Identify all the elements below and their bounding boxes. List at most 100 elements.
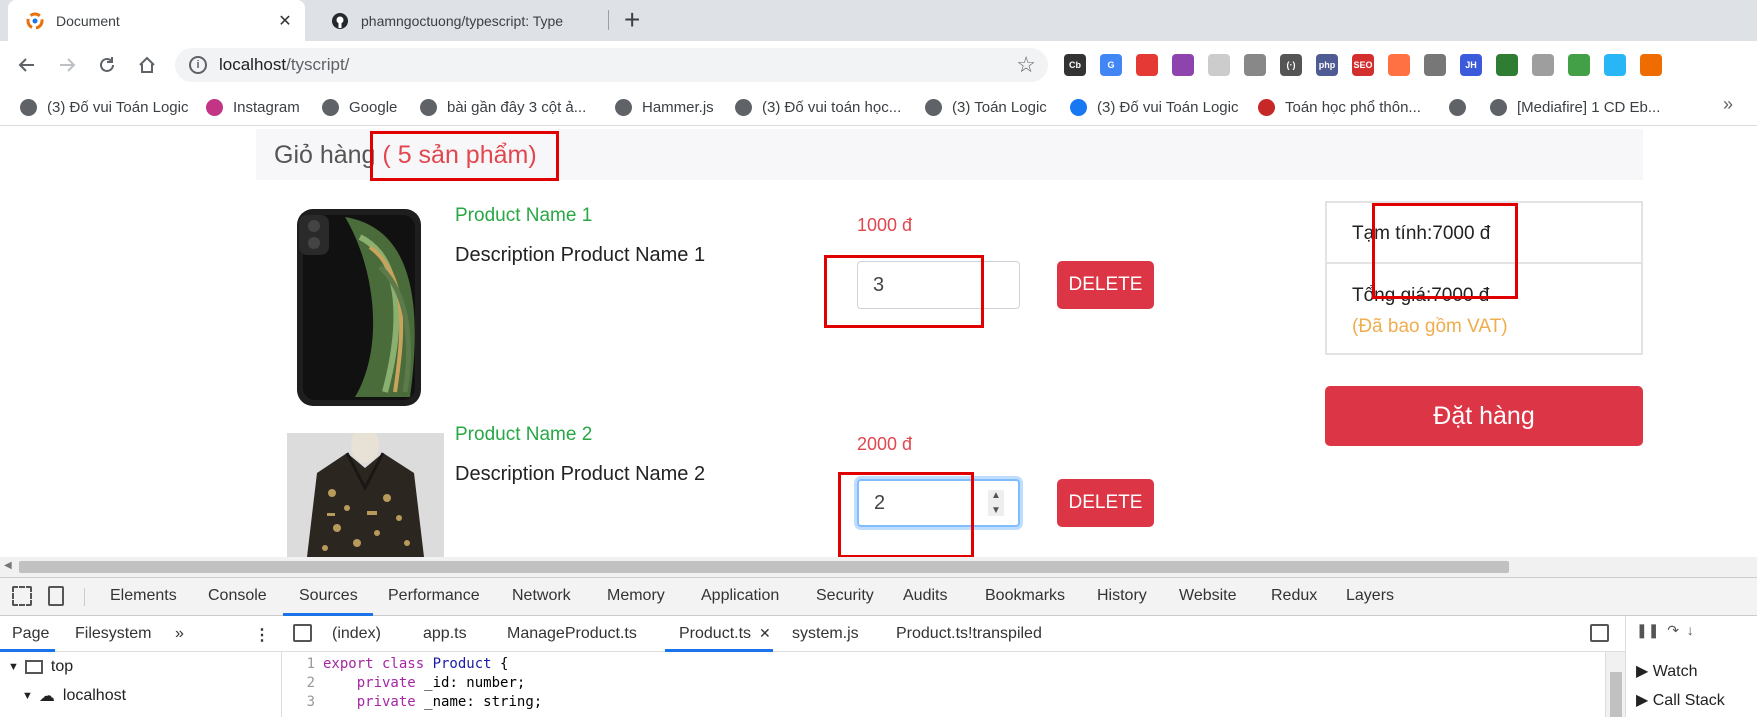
bookmark-item[interactable]: (3) Đố vui Toán Logic: [1070, 96, 1238, 118]
bookmark-item[interactable]: Instagram: [206, 96, 300, 118]
close-tab-icon[interactable]: ✕: [273, 11, 297, 31]
inspect-element-icon[interactable]: [12, 586, 32, 606]
extension-icon[interactable]: php: [1316, 54, 1338, 76]
bookmark-item[interactable]: Google: [322, 96, 397, 118]
devtools-tab-performance[interactable]: Performance: [388, 587, 480, 605]
code-vertical-scrollbar[interactable]: [1605, 652, 1625, 717]
scrollbar-thumb[interactable]: [1610, 672, 1622, 717]
file-tab[interactable]: Product.ts!transpiled: [896, 625, 1042, 643]
bookmark-item[interactable]: Toán học phổ thôn...: [1258, 96, 1421, 118]
toggle-debugger-icon[interactable]: [1590, 624, 1609, 642]
nav-tab-filesystem[interactable]: Filesystem: [75, 625, 151, 643]
stepper-down-icon[interactable]: ▼: [991, 505, 1001, 516]
vat-note: (Đã bao gồm VAT): [1352, 316, 1508, 337]
file-tab[interactable]: (index): [332, 625, 381, 643]
extension-icon[interactable]: Cb: [1064, 54, 1086, 76]
bookmarks-overflow-button[interactable]: »: [1723, 94, 1733, 115]
tab-document[interactable]: Document ✕: [8, 0, 305, 41]
extension-icon[interactable]: SEO: [1352, 54, 1374, 76]
bookmark-label: Google: [349, 98, 398, 116]
product-description: Description Product Name 1: [455, 244, 706, 266]
devtools-tab-website[interactable]: Website: [1179, 587, 1237, 605]
extension-icon[interactable]: [1244, 54, 1266, 76]
scroll-left-icon[interactable]: ◀: [4, 560, 12, 571]
bookmark-item[interactable]: (3) Đố vui Toán Logic: [20, 96, 188, 118]
devtools-tab-memory[interactable]: Memory: [607, 587, 665, 605]
bookmark-label: [Mediafire] 1 CD Eb...: [1517, 98, 1661, 116]
toggle-navigator-icon[interactable]: [293, 624, 312, 642]
back-arrow-icon[interactable]: [13, 51, 41, 79]
delete-button[interactable]: DELETE: [1057, 261, 1154, 309]
extension-icon[interactable]: [1496, 54, 1518, 76]
tree-item-top[interactable]: ▼ top: [8, 658, 73, 676]
extension-icon[interactable]: [1208, 54, 1230, 76]
call-stack-section[interactable]: ▶ Call Stack: [1636, 690, 1725, 710]
devtools-tab-redux[interactable]: Redux: [1271, 587, 1317, 605]
file-tab[interactable]: ManageProduct.ts: [507, 625, 637, 643]
more-options-icon[interactable]: ⋮: [254, 625, 270, 645]
cart-title-text: Giỏ hàng: [274, 141, 376, 169]
extension-icon[interactable]: [1532, 54, 1554, 76]
extension-icon[interactable]: [1604, 54, 1626, 76]
site-info-icon[interactable]: i: [189, 56, 207, 74]
extension-icon[interactable]: [1136, 54, 1158, 76]
extension-icon[interactable]: [1172, 54, 1194, 76]
collapse-arrow-icon[interactable]: ▶: [1636, 663, 1653, 680]
nav-more-button[interactable]: »: [175, 625, 184, 643]
bookmark-star-icon[interactable]: ☆: [1016, 52, 1036, 78]
device-toolbar-icon[interactable]: [48, 586, 64, 606]
close-file-icon[interactable]: ✕: [759, 625, 771, 642]
watch-section[interactable]: ▶ Watch: [1636, 661, 1698, 681]
extension-icon[interactable]: (·): [1280, 54, 1302, 76]
place-order-button[interactable]: Đặt hàng: [1325, 386, 1643, 446]
devtools-tab-elements[interactable]: Elements: [110, 587, 177, 605]
bookmark-item[interactable]: bài gần đây 3 cột ả...: [420, 96, 586, 118]
devtools-tab-audits[interactable]: Audits: [903, 587, 947, 605]
tree-item-localhost[interactable]: ▼ ☁ localhost: [22, 686, 126, 706]
tab-github[interactable]: phamngoctuong/typescript: Type: [313, 0, 610, 41]
stepper-up-icon[interactable]: ▲: [991, 490, 1001, 501]
file-tab[interactable]: app.ts: [423, 625, 467, 643]
expand-arrow-icon[interactable]: ▼: [22, 690, 33, 702]
bookmark-item[interactable]: (3) Đố vui toán học...: [735, 96, 901, 118]
bookmark-item[interactable]: [1449, 96, 1476, 118]
home-icon[interactable]: [133, 51, 161, 79]
devtools-tab-sources[interactable]: Sources: [299, 587, 358, 605]
extension-icon[interactable]: [1640, 54, 1662, 76]
product-name[interactable]: Product Name 2: [455, 424, 592, 446]
devtools-tab-application[interactable]: Application: [701, 587, 779, 605]
extension-icon[interactable]: [1388, 54, 1410, 76]
address-bar[interactable]: i localhost/tyscript/ ☆: [175, 48, 1048, 82]
product-name[interactable]: Product Name 1: [455, 205, 592, 227]
quantity-stepper[interactable]: ▲ ▼: [988, 490, 1004, 516]
devtools-tab-bookmarks[interactable]: Bookmarks: [985, 587, 1065, 605]
extension-icon[interactable]: JH: [1460, 54, 1482, 76]
extension-icon[interactable]: [1424, 54, 1446, 76]
devtools-tab-network[interactable]: Network: [512, 587, 571, 605]
new-tab-button[interactable]: +: [624, 6, 640, 34]
devtools-tab-history[interactable]: History: [1097, 587, 1147, 605]
product-price: 1000 đ: [857, 215, 913, 235]
code-editor[interactable]: 1 export class Product { 2 private _id: n…: [283, 652, 1605, 717]
bookmark-item[interactable]: [Mediafire] 1 CD Eb...: [1490, 96, 1660, 118]
devtools-tab-console[interactable]: Console: [208, 587, 267, 605]
nav-tab-page[interactable]: Page: [12, 625, 49, 643]
bookmark-item[interactable]: Hammer.js: [615, 96, 714, 118]
bookmark-item[interactable]: (3) Toán Logic: [925, 96, 1047, 118]
devtools-tab-security[interactable]: Security: [816, 587, 874, 605]
expand-arrow-icon[interactable]: ▼: [8, 661, 19, 673]
globe-icon: [1449, 98, 1466, 116]
reload-icon[interactable]: [93, 51, 121, 79]
extension-icon[interactable]: G: [1100, 54, 1122, 76]
collapse-arrow-icon[interactable]: ▶: [1636, 692, 1653, 709]
file-tab[interactable]: system.js: [792, 625, 859, 643]
file-tab[interactable]: Product.ts: [679, 625, 751, 643]
page-horizontal-scrollbar[interactable]: ◀: [0, 557, 1757, 577]
extension-icon[interactable]: [1568, 54, 1590, 76]
devtools-tab-layers[interactable]: Layers: [1346, 587, 1394, 605]
debugger-controls[interactable]: ❚❚ ↷ ↓: [1636, 622, 1694, 639]
document-favicon-icon: [26, 12, 44, 30]
scrollbar-thumb[interactable]: [19, 561, 1509, 573]
delete-button[interactable]: DELETE: [1057, 479, 1154, 527]
forward-arrow-icon[interactable]: [53, 51, 81, 79]
